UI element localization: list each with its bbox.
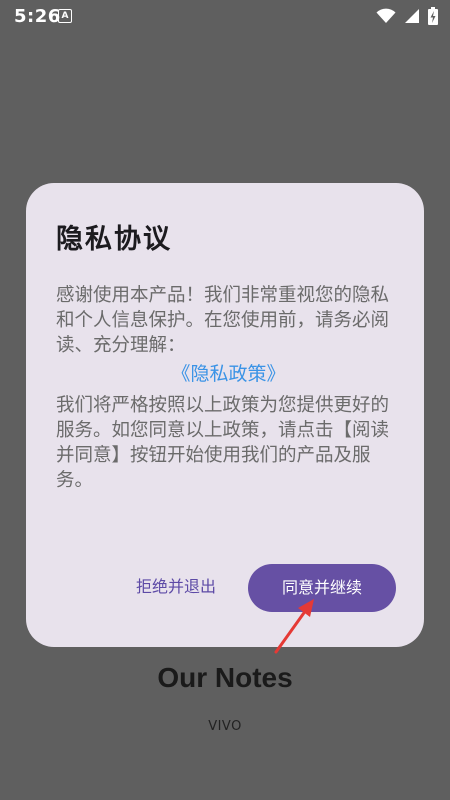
dialog-body: 感谢使用本产品！我们非常重视您的隐私和个人信息保护。在您使用前，请务必阅读、充分… [56, 283, 401, 493]
battery-charging-icon [428, 7, 438, 25]
dialog-outro-text: 我们将严格按照以上政策为您提供更好的服务。如您同意以上政策，请点击【阅读并同意】… [56, 395, 390, 491]
privacy-policy-link[interactable]: 《隐私政策》 [56, 362, 401, 387]
reject-and-exit-button[interactable]: 拒绝并退出 [126, 567, 226, 609]
dialog-intro-text: 感谢使用本产品！我们非常重视您的隐私和个人信息保护。在您使用前，请务必阅读、充分… [56, 285, 390, 356]
notification-badge-icon: A [58, 9, 72, 23]
app-brand: VIVO [208, 719, 242, 734]
status-time: 5:26 [14, 6, 61, 27]
annotation-arrow-icon [274, 599, 314, 654]
privacy-dialog: 隐私协议 感谢使用本产品！我们非常重视您的隐私和个人信息保护。在您使用前，请务必… [26, 183, 424, 647]
status-icons [376, 6, 438, 26]
status-bar: 5:26 A [0, 0, 450, 32]
dialog-title: 隐私协议 [56, 224, 172, 255]
wifi-icon [376, 8, 396, 23]
signal-icon [405, 9, 419, 23]
app-title: Our Notes [157, 662, 293, 693]
